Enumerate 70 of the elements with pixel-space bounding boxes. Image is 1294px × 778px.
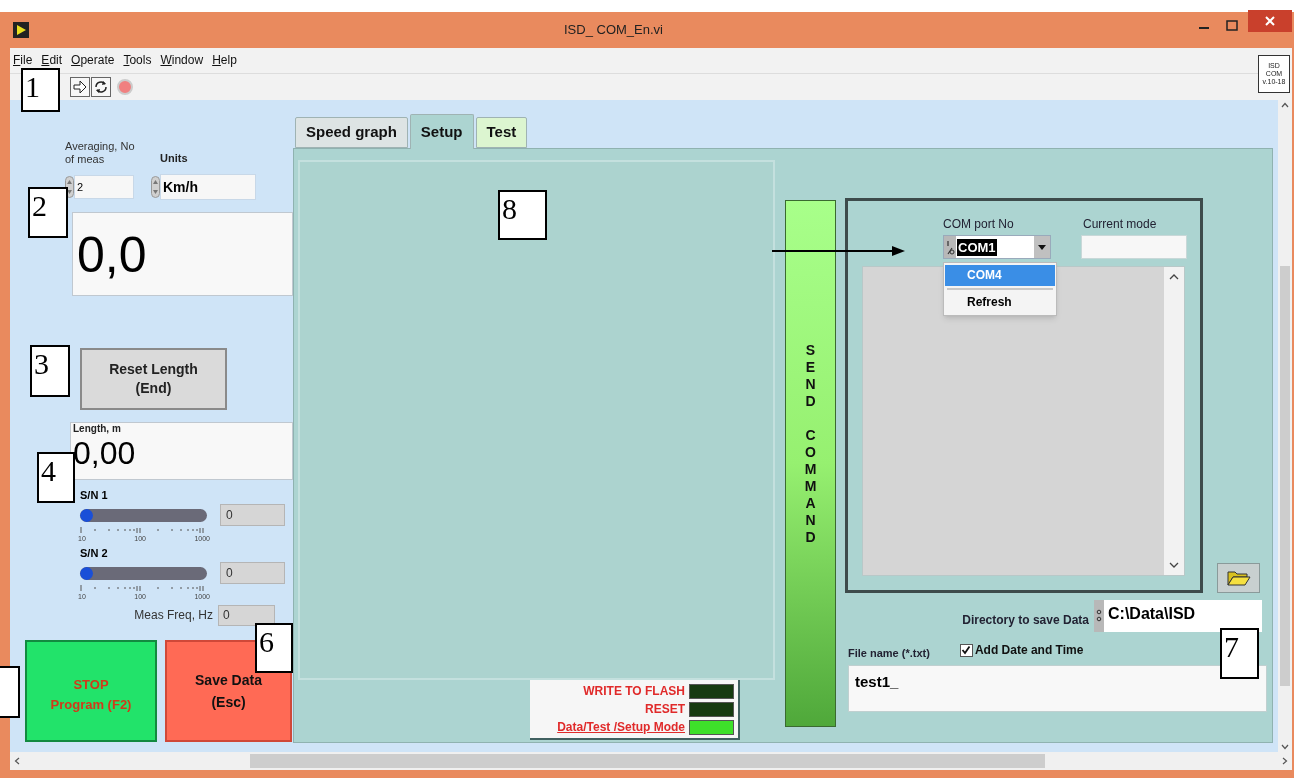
run-arrow-icon[interactable] bbox=[70, 77, 90, 97]
directory-path: C:\Data\ISD bbox=[1107, 604, 1196, 624]
run-continuously-icon[interactable] bbox=[91, 77, 111, 97]
tab[interactable]: Speed graph bbox=[295, 117, 408, 148]
length-label: Length, m bbox=[73, 423, 122, 435]
scrollbar-thumb[interactable] bbox=[1280, 266, 1290, 686]
annotation-box: 6 bbox=[255, 623, 293, 673]
slider-track[interactable] bbox=[80, 566, 207, 580]
scroll-down-icon[interactable] bbox=[1281, 744, 1289, 750]
tab[interactable]: Setup bbox=[409, 114, 474, 149]
file-name-field[interactable]: test1_ bbox=[848, 665, 1267, 712]
scroll-down-icon[interactable] bbox=[1169, 562, 1179, 569]
window-title: ISD_ COM_En.vi bbox=[563, 21, 664, 40]
annotation-box: 1 bbox=[21, 68, 60, 112]
directory-path-field[interactable]: C:\Data\ISD bbox=[1094, 600, 1262, 632]
path-icon bbox=[1094, 600, 1104, 632]
annotation-box: 7 bbox=[1220, 628, 1259, 679]
close-button[interactable] bbox=[1248, 10, 1292, 32]
folder-button[interactable] bbox=[1217, 563, 1260, 593]
menu-item[interactable]: Operate bbox=[71, 51, 115, 69]
menu-item[interactable]: File bbox=[13, 51, 33, 69]
check-icon bbox=[961, 645, 972, 655]
speed-display: 0,0 bbox=[72, 212, 293, 296]
units-label: Units bbox=[160, 150, 188, 166]
meas-freq-label: Meas Freq, Hz bbox=[133, 607, 213, 624]
indicator-label: WRITE TO FLASH bbox=[583, 683, 685, 700]
menu-item[interactable]: Tools bbox=[123, 51, 152, 69]
com-port-label: COM port No bbox=[943, 216, 1015, 233]
numeric-field[interactable]: 2 bbox=[74, 175, 134, 199]
send-command-button[interactable]: SEND COMMAND bbox=[785, 200, 836, 727]
maximize-icon[interactable] bbox=[1226, 20, 1238, 32]
scroll-right-icon[interactable] bbox=[1282, 757, 1288, 765]
annotation-box: 3 bbox=[30, 345, 70, 397]
horizontal-scrollbar[interactable] bbox=[10, 752, 1292, 770]
current-mode-label: Current mode bbox=[1083, 216, 1157, 233]
io-icon bbox=[944, 236, 956, 258]
meas-freq-display: 0 bbox=[218, 604, 275, 626]
com-port-dropdown[interactable]: COM1 bbox=[943, 235, 1051, 259]
slider-track[interactable] bbox=[80, 508, 207, 522]
reset-length-button[interactable]: Reset Length (End) bbox=[80, 348, 227, 410]
value-display: 0 bbox=[220, 562, 285, 584]
close-icon bbox=[1265, 16, 1275, 26]
scroll-up-icon[interactable] bbox=[1281, 102, 1289, 108]
menu-item[interactable]: Help bbox=[212, 51, 237, 69]
app-icon bbox=[13, 22, 29, 38]
units-selector[interactable]: Km/h bbox=[160, 174, 256, 200]
slider-label: S/N 1 bbox=[80, 488, 109, 502]
annotation-box: 4 bbox=[37, 452, 75, 503]
value-display: 0 bbox=[220, 504, 285, 526]
indicator-label: Data/Test /Setup Mode bbox=[557, 719, 685, 736]
slider-label: S/N 2 bbox=[80, 546, 109, 560]
scrollbar-thumb[interactable] bbox=[250, 754, 1045, 768]
scroll-up-icon[interactable] bbox=[1169, 273, 1179, 280]
file-name-label: File name (*.txt) bbox=[848, 645, 930, 661]
checkbox[interactable] bbox=[959, 643, 973, 657]
annotation-box bbox=[0, 666, 20, 718]
tab[interactable]: Test bbox=[475, 117, 528, 148]
length-value: 0,00 bbox=[73, 435, 137, 471]
menu-item[interactable]: Window bbox=[160, 51, 204, 69]
indicator-label: RESET bbox=[645, 701, 685, 718]
selected-port: COM1 bbox=[957, 238, 997, 256]
averaging-label: Averaging, No of meas bbox=[65, 140, 136, 166]
checkbox-label: Add Date and Time bbox=[974, 642, 1084, 659]
scroll-left-icon[interactable] bbox=[14, 757, 20, 765]
folder-icon bbox=[1226, 570, 1251, 586]
dropdown-option[interactable]: Refresh bbox=[945, 292, 1055, 313]
annotation-box: 8 bbox=[498, 190, 547, 240]
annotation-box: 2 bbox=[28, 187, 68, 238]
directory-label: Directory to save Data bbox=[962, 612, 1089, 629]
menu-item[interactable]: Edit bbox=[41, 51, 63, 69]
